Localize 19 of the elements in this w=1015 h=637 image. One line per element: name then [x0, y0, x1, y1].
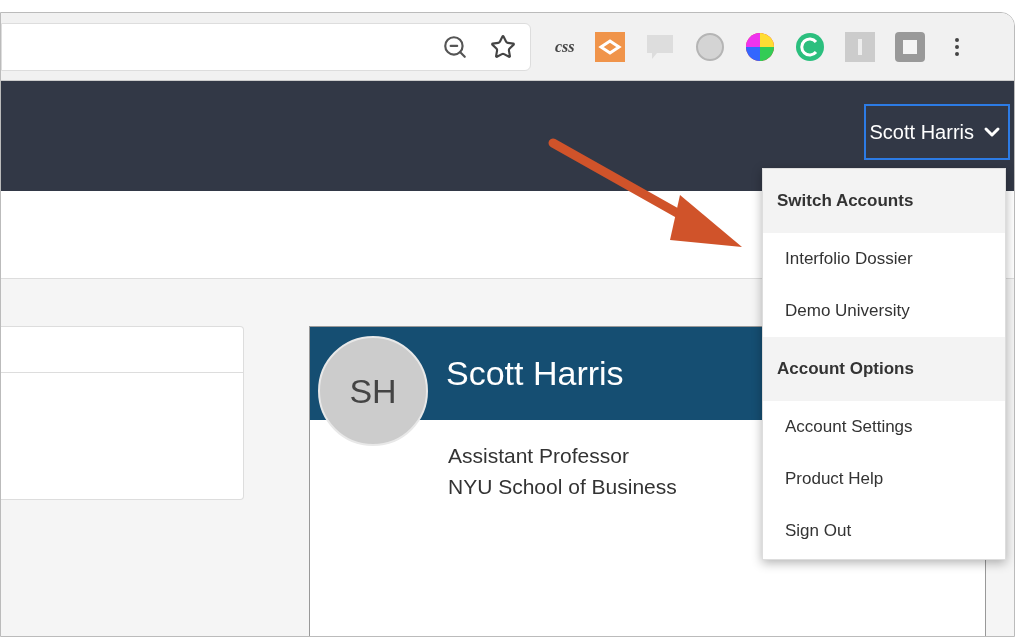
star-icon[interactable] [490, 33, 516, 60]
dropdown-section-header: Switch Accounts [763, 169, 1005, 233]
circle-icon[interactable] [694, 31, 725, 62]
dropdown-section-header: Account Options [763, 337, 1005, 401]
profile-institution: NYU School of Business [448, 474, 677, 500]
profile-name: Scott Harris [446, 353, 624, 394]
bar-icon[interactable] [844, 31, 875, 62]
dropdown-item[interactable]: Demo University [763, 285, 1005, 337]
user-menu-button[interactable]: Scott Harris [863, 104, 1010, 160]
dropdown-item[interactable]: Product Help [763, 453, 1005, 505]
refresh-circle-icon[interactable] [794, 31, 825, 62]
zoom-out-icon[interactable] [442, 33, 468, 60]
color-wheel-icon[interactable] [744, 31, 775, 62]
extension-label[interactable]: css [555, 34, 575, 59]
square-icon[interactable] [894, 31, 925, 62]
profile-title: Assistant Professor [448, 443, 629, 469]
dropdown-item[interactable]: Sign Out [763, 505, 1005, 557]
dropdown-item[interactable]: Account Settings [763, 401, 1005, 453]
dropdown-item[interactable]: Interfolio Dossier [763, 233, 1005, 285]
